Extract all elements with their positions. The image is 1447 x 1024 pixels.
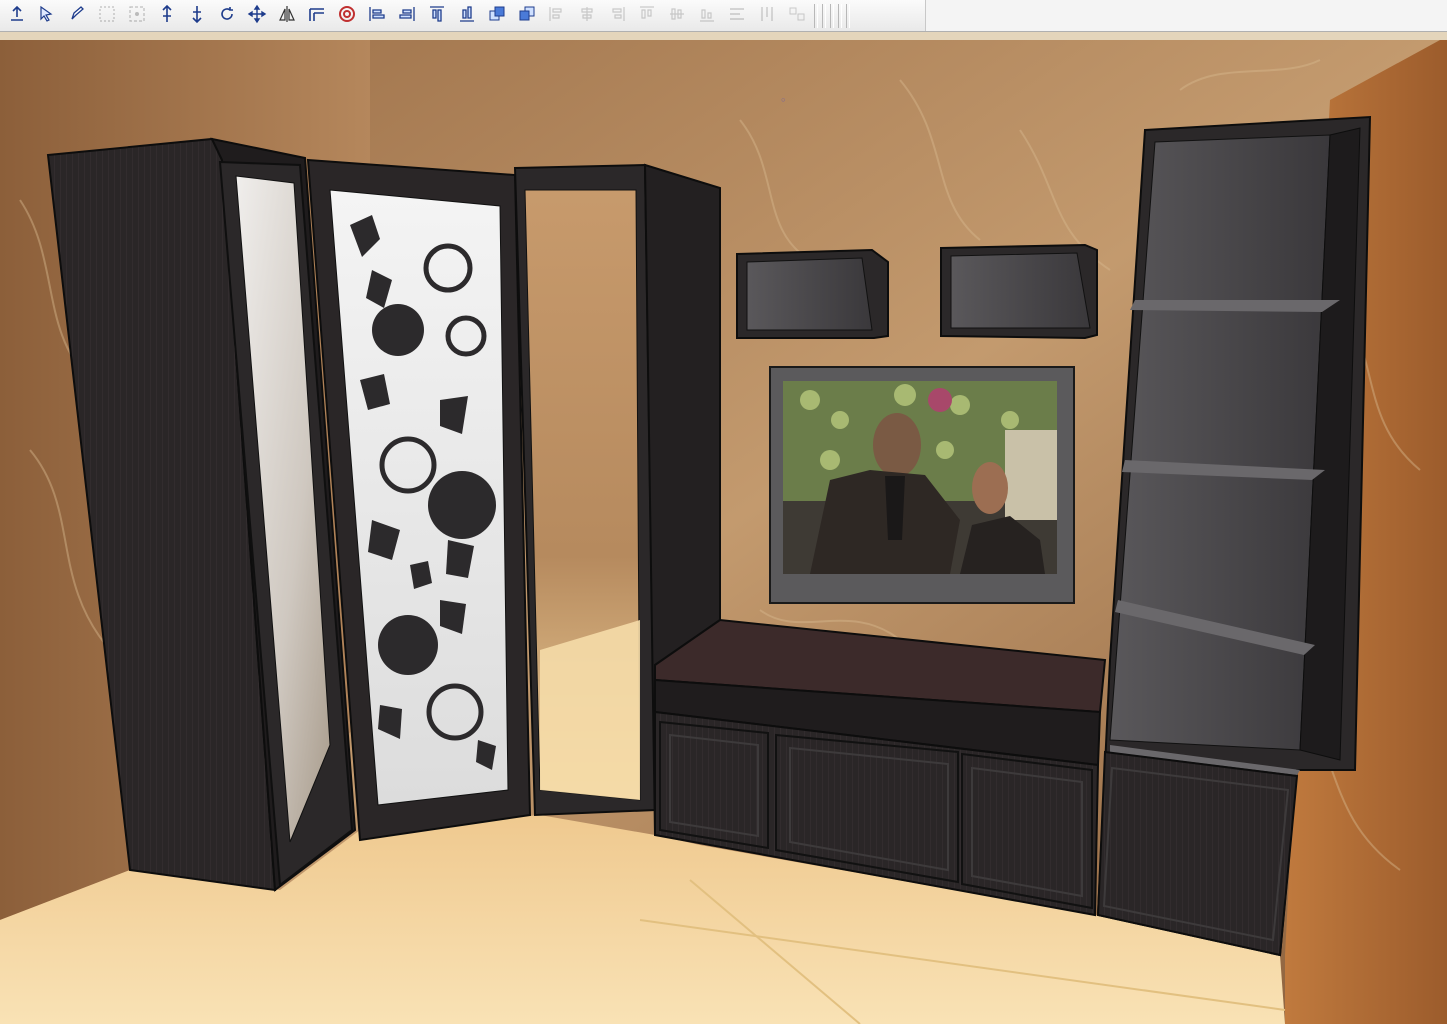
distribute-center-icon <box>577 4 597 28</box>
toolbar-separator <box>822 3 826 28</box>
align-right-icon <box>397 4 417 28</box>
align-right-button[interactable] <box>392 2 422 30</box>
frame-select-icon <box>97 4 117 28</box>
move-up-icon <box>7 4 27 28</box>
toolbar-separator <box>814 3 818 28</box>
distribute-left-button <box>542 2 572 30</box>
align-bottom-icon <box>457 4 477 28</box>
raise-up-button[interactable] <box>152 2 182 30</box>
distribute-left-icon <box>547 4 567 28</box>
distribute-right-icon <box>607 4 627 28</box>
align-top-icon <box>427 4 447 28</box>
distribute-bottom-button <box>692 2 722 30</box>
equal-width-button <box>722 2 752 30</box>
mirror-icon <box>277 4 297 28</box>
3d-viewport[interactable]: ◦ <box>0 32 1447 1024</box>
corner-profile-icon <box>307 4 327 28</box>
select-arrow-button[interactable] <box>32 2 62 30</box>
toolbar-separator <box>830 3 834 28</box>
target-button[interactable] <box>332 2 362 30</box>
align-left-icon <box>367 4 387 28</box>
lower-down-button[interactable] <box>182 2 212 30</box>
toolbar-separator <box>846 3 850 28</box>
equal-width-icon <box>727 4 747 28</box>
distribute-right-button <box>602 2 632 30</box>
bring-forward-button[interactable] <box>482 2 512 30</box>
send-backward-icon <box>517 4 537 28</box>
distribute-top-button <box>632 2 662 30</box>
wall-shelf-right[interactable] <box>940 243 1098 340</box>
lower-down-icon <box>187 4 207 28</box>
wall-tv[interactable] <box>769 366 1075 604</box>
ceiling <box>0 32 1447 40</box>
move-cross-icon <box>247 4 267 28</box>
equal-size-button <box>782 2 812 30</box>
rotate-icon <box>217 4 237 28</box>
frame-select-dashed-button <box>122 2 152 30</box>
select-arrow-icon <box>37 4 57 28</box>
toolbar-separator <box>838 3 842 28</box>
align-left-button[interactable] <box>362 2 392 30</box>
distribute-middle-icon <box>667 4 687 28</box>
cursor-marker: ◦ <box>780 94 787 107</box>
distribute-center-button <box>572 2 602 30</box>
equal-height-button <box>752 2 782 30</box>
scene-canvas[interactable]: ◦ <box>0 32 1447 1024</box>
frame-select-button <box>92 2 122 30</box>
mirror-floor-reflection <box>540 620 640 800</box>
distribute-bottom-icon <box>697 4 717 28</box>
bookcase-shelf <box>1130 300 1340 312</box>
toolbar-empty-area <box>925 0 1447 31</box>
distribute-middle-button <box>662 2 692 30</box>
align-top-button[interactable] <box>422 2 452 30</box>
raise-up-icon <box>157 4 177 28</box>
mirror-button[interactable] <box>272 2 302 30</box>
bring-forward-icon <box>487 4 507 28</box>
main-toolbar <box>0 0 1447 32</box>
frame-select-dashed-icon <box>127 4 147 28</box>
move-cross-button[interactable] <box>242 2 272 30</box>
send-backward-button[interactable] <box>512 2 542 30</box>
rotate-button[interactable] <box>212 2 242 30</box>
wall-shelf-left[interactable] <box>736 248 889 339</box>
align-bottom-button[interactable] <box>452 2 482 30</box>
target-icon <box>337 4 357 28</box>
equal-size-icon <box>787 4 807 28</box>
pencil-icon <box>67 4 87 28</box>
move-up-button[interactable] <box>2 2 32 30</box>
equal-height-icon <box>757 4 777 28</box>
distribute-top-icon <box>637 4 657 28</box>
corner-profile-button[interactable] <box>302 2 332 30</box>
pencil-button[interactable] <box>62 2 92 30</box>
